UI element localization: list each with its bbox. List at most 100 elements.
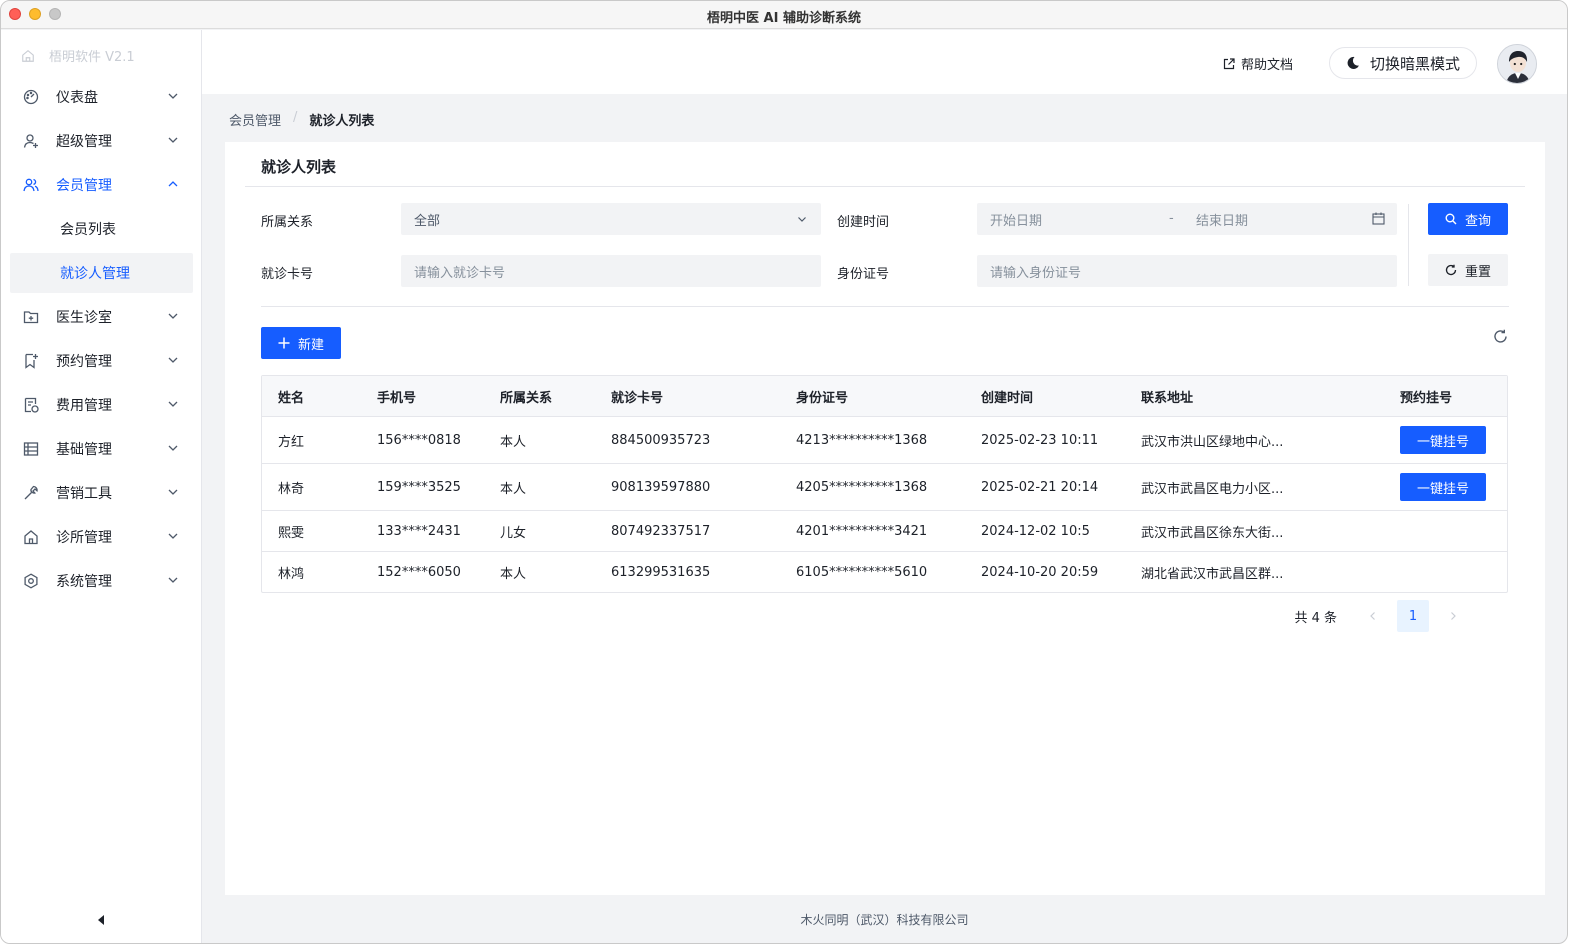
breadcrumb-parent[interactable]: 会员管理 <box>229 110 281 129</box>
card-number-input[interactable]: 请输入就诊卡号 <box>401 255 821 287</box>
cell-name: 熙雯 <box>278 525 305 541</box>
column-header-card[interactable]: 就诊卡号 <box>611 376 663 416</box>
sidebar-item-label: 营销工具 <box>56 486 112 502</box>
new-button[interactable]: 新建 <box>261 327 341 359</box>
created-time-label: 创建时间 <box>837 215 890 230</box>
cell-relation: 本人 <box>500 434 527 450</box>
table-row[interactable]: 林鸿 152****6050 本人 613299531635 6105*****… <box>262 552 1507 592</box>
file-money-icon <box>22 396 40 414</box>
chevron-right-icon <box>1451 612 1456 620</box>
sidebar-item-label: 超级管理 <box>56 134 112 150</box>
start-date-input[interactable]: 开始日期 <box>990 210 1042 229</box>
brand[interactable]: 梧明软件 V2.1 <box>21 46 135 65</box>
table-header-row: 姓名 手机号 所属关系 就诊卡号 身份证号 创建时间 联系地址 预约挂号 <box>262 376 1507 417</box>
plus-icon <box>278 337 290 349</box>
page-button-current[interactable]: 1 <box>1397 600 1429 632</box>
cell-address: 湖北省武汉市武昌区群... <box>1141 566 1284 582</box>
sidebar-item-doctor-room[interactable]: 医生诊室 <box>10 297 193 337</box>
relation-select-value: 全部 <box>414 213 441 229</box>
sidebar-item-super-admin[interactable]: 超级管理 <box>10 121 193 161</box>
chevron-up-icon <box>168 181 178 187</box>
card-number-placeholder: 请输入就诊卡号 <box>414 265 506 281</box>
column-header-relation[interactable]: 所属关系 <box>500 376 552 416</box>
reset-button-label: 重置 <box>1464 264 1491 280</box>
table-row[interactable]: 林奇 159****3525 本人 908139597880 4205*****… <box>262 464 1507 511</box>
end-date-input[interactable]: 结束日期 <box>1196 210 1248 229</box>
cell-phone: 159****3525 <box>377 479 461 495</box>
id-number-input[interactable]: 请输入身份证号 <box>977 255 1397 287</box>
cell-name: 林鸿 <box>278 566 305 582</box>
chevron-down-icon <box>168 93 178 99</box>
sidebar-subitem-label: 就诊人管理 <box>60 266 130 282</box>
avatar-image <box>1498 45 1536 83</box>
table-row[interactable]: 熙雯 133****2431 儿女 807492337517 4201*****… <box>262 511 1507 552</box>
cell-relation: 本人 <box>500 481 527 497</box>
user-avatar[interactable] <box>1497 44 1537 84</box>
sidebar-item-fee[interactable]: 费用管理 <box>10 385 193 425</box>
column-header-booking[interactable]: 预约挂号 <box>1400 376 1452 416</box>
pagination: 共 4 条 1 <box>1294 600 1469 632</box>
window-title: 梧明中医 AI 辅助诊断系统 <box>707 11 861 26</box>
column-header-phone[interactable]: 手机号 <box>377 376 416 416</box>
cell-address: 武汉市武昌区电力小区... <box>1141 481 1284 497</box>
cell-relation: 本人 <box>500 566 527 582</box>
user-group-icon <box>22 176 40 194</box>
page-title: 就诊人列表 <box>261 158 337 176</box>
collapse-sidebar-icon[interactable] <box>97 915 105 925</box>
bookmark-icon <box>22 352 40 370</box>
chevron-down-icon <box>168 489 178 495</box>
column-header-created[interactable]: 创建时间 <box>981 376 1033 416</box>
relation-select[interactable]: 全部 <box>401 203 821 235</box>
chevron-down-icon <box>798 217 806 222</box>
sidebar-item-label: 医生诊室 <box>56 310 112 326</box>
sidebar-item-label: 会员管理 <box>56 178 112 194</box>
sidebar-subitem-member-list[interactable]: 会员列表 <box>10 209 193 249</box>
home-icon <box>22 49 34 62</box>
cell-address: 武汉市洪山区绿地中心... <box>1141 434 1284 450</box>
home-icon <box>22 528 40 546</box>
dark-mode-label: 切换暗黑模式 <box>1369 54 1460 73</box>
dark-mode-toggle[interactable]: 切换暗黑模式 <box>1328 47 1477 79</box>
table-row[interactable]: 方红 156****0818 本人 884500935723 4213*****… <box>262 417 1507 464</box>
reset-button[interactable]: 重置 <box>1428 254 1508 286</box>
card-number-label: 就诊卡号 <box>261 267 314 282</box>
divider <box>261 306 1509 307</box>
tool-icon <box>22 484 40 502</box>
column-header-address[interactable]: 联系地址 <box>1141 376 1193 416</box>
sidebar-item-label: 系统管理 <box>56 574 112 590</box>
sidebar-item-member[interactable]: 会员管理 <box>10 165 193 205</box>
user-add-icon <box>22 132 40 150</box>
sidebar-item-basic[interactable]: 基础管理 <box>10 429 193 469</box>
cell-phone: 133****2431 <box>377 523 461 539</box>
refresh-icon <box>1445 264 1457 276</box>
cell-card: 884500935723 <box>611 432 711 448</box>
sidebar-subitem-patient-management[interactable]: 就诊人管理 <box>10 253 193 293</box>
sidebar-item-system[interactable]: 系统管理 <box>10 561 193 601</box>
cell-address: 武汉市武昌区徐东大街... <box>1141 525 1284 541</box>
sidebar-item-clinic[interactable]: 诊所管理 <box>10 517 193 557</box>
date-range-separator: - <box>1169 211 1174 226</box>
query-button[interactable]: 查询 <box>1428 203 1508 235</box>
help-docs-link[interactable]: 帮助文档 <box>1223 54 1293 73</box>
id-number-label: 身份证号 <box>837 267 890 282</box>
sidebar-item-appointment[interactable]: 预约管理 <box>10 341 193 381</box>
cell-created: 2025-02-23 10:11 <box>981 432 1099 448</box>
date-range-picker[interactable]: 开始日期 - 结束日期 <box>977 203 1397 235</box>
sidebar-item-marketing[interactable]: 营销工具 <box>10 473 193 513</box>
cell-card: 613299531635 <box>611 564 711 580</box>
one-click-booking-button[interactable]: 一键挂号 <box>1400 426 1486 454</box>
cell-relation: 儿女 <box>500 525 527 541</box>
sidebar: 梧明软件 V2.1 仪表盘 超级管理 会员管理 会员列表 就诊人管理 医生诊室 <box>1 30 202 943</box>
next-page-button[interactable] <box>1437 600 1469 632</box>
search-icon <box>1445 213 1457 225</box>
cell-id: 4213**********1368 <box>796 432 928 448</box>
column-header-id[interactable]: 身份证号 <box>796 376 848 416</box>
one-click-booking-button[interactable]: 一键挂号 <box>1400 473 1486 501</box>
refresh-icon[interactable] <box>1493 329 1508 344</box>
external-link-icon <box>1223 57 1235 69</box>
breadcrumb-current: 就诊人列表 <box>309 114 375 129</box>
column-header-name[interactable]: 姓名 <box>278 376 304 416</box>
folder-add-icon <box>22 308 40 326</box>
prev-page-button[interactable] <box>1357 600 1389 632</box>
sidebar-item-dashboard[interactable]: 仪表盘 <box>10 77 193 117</box>
